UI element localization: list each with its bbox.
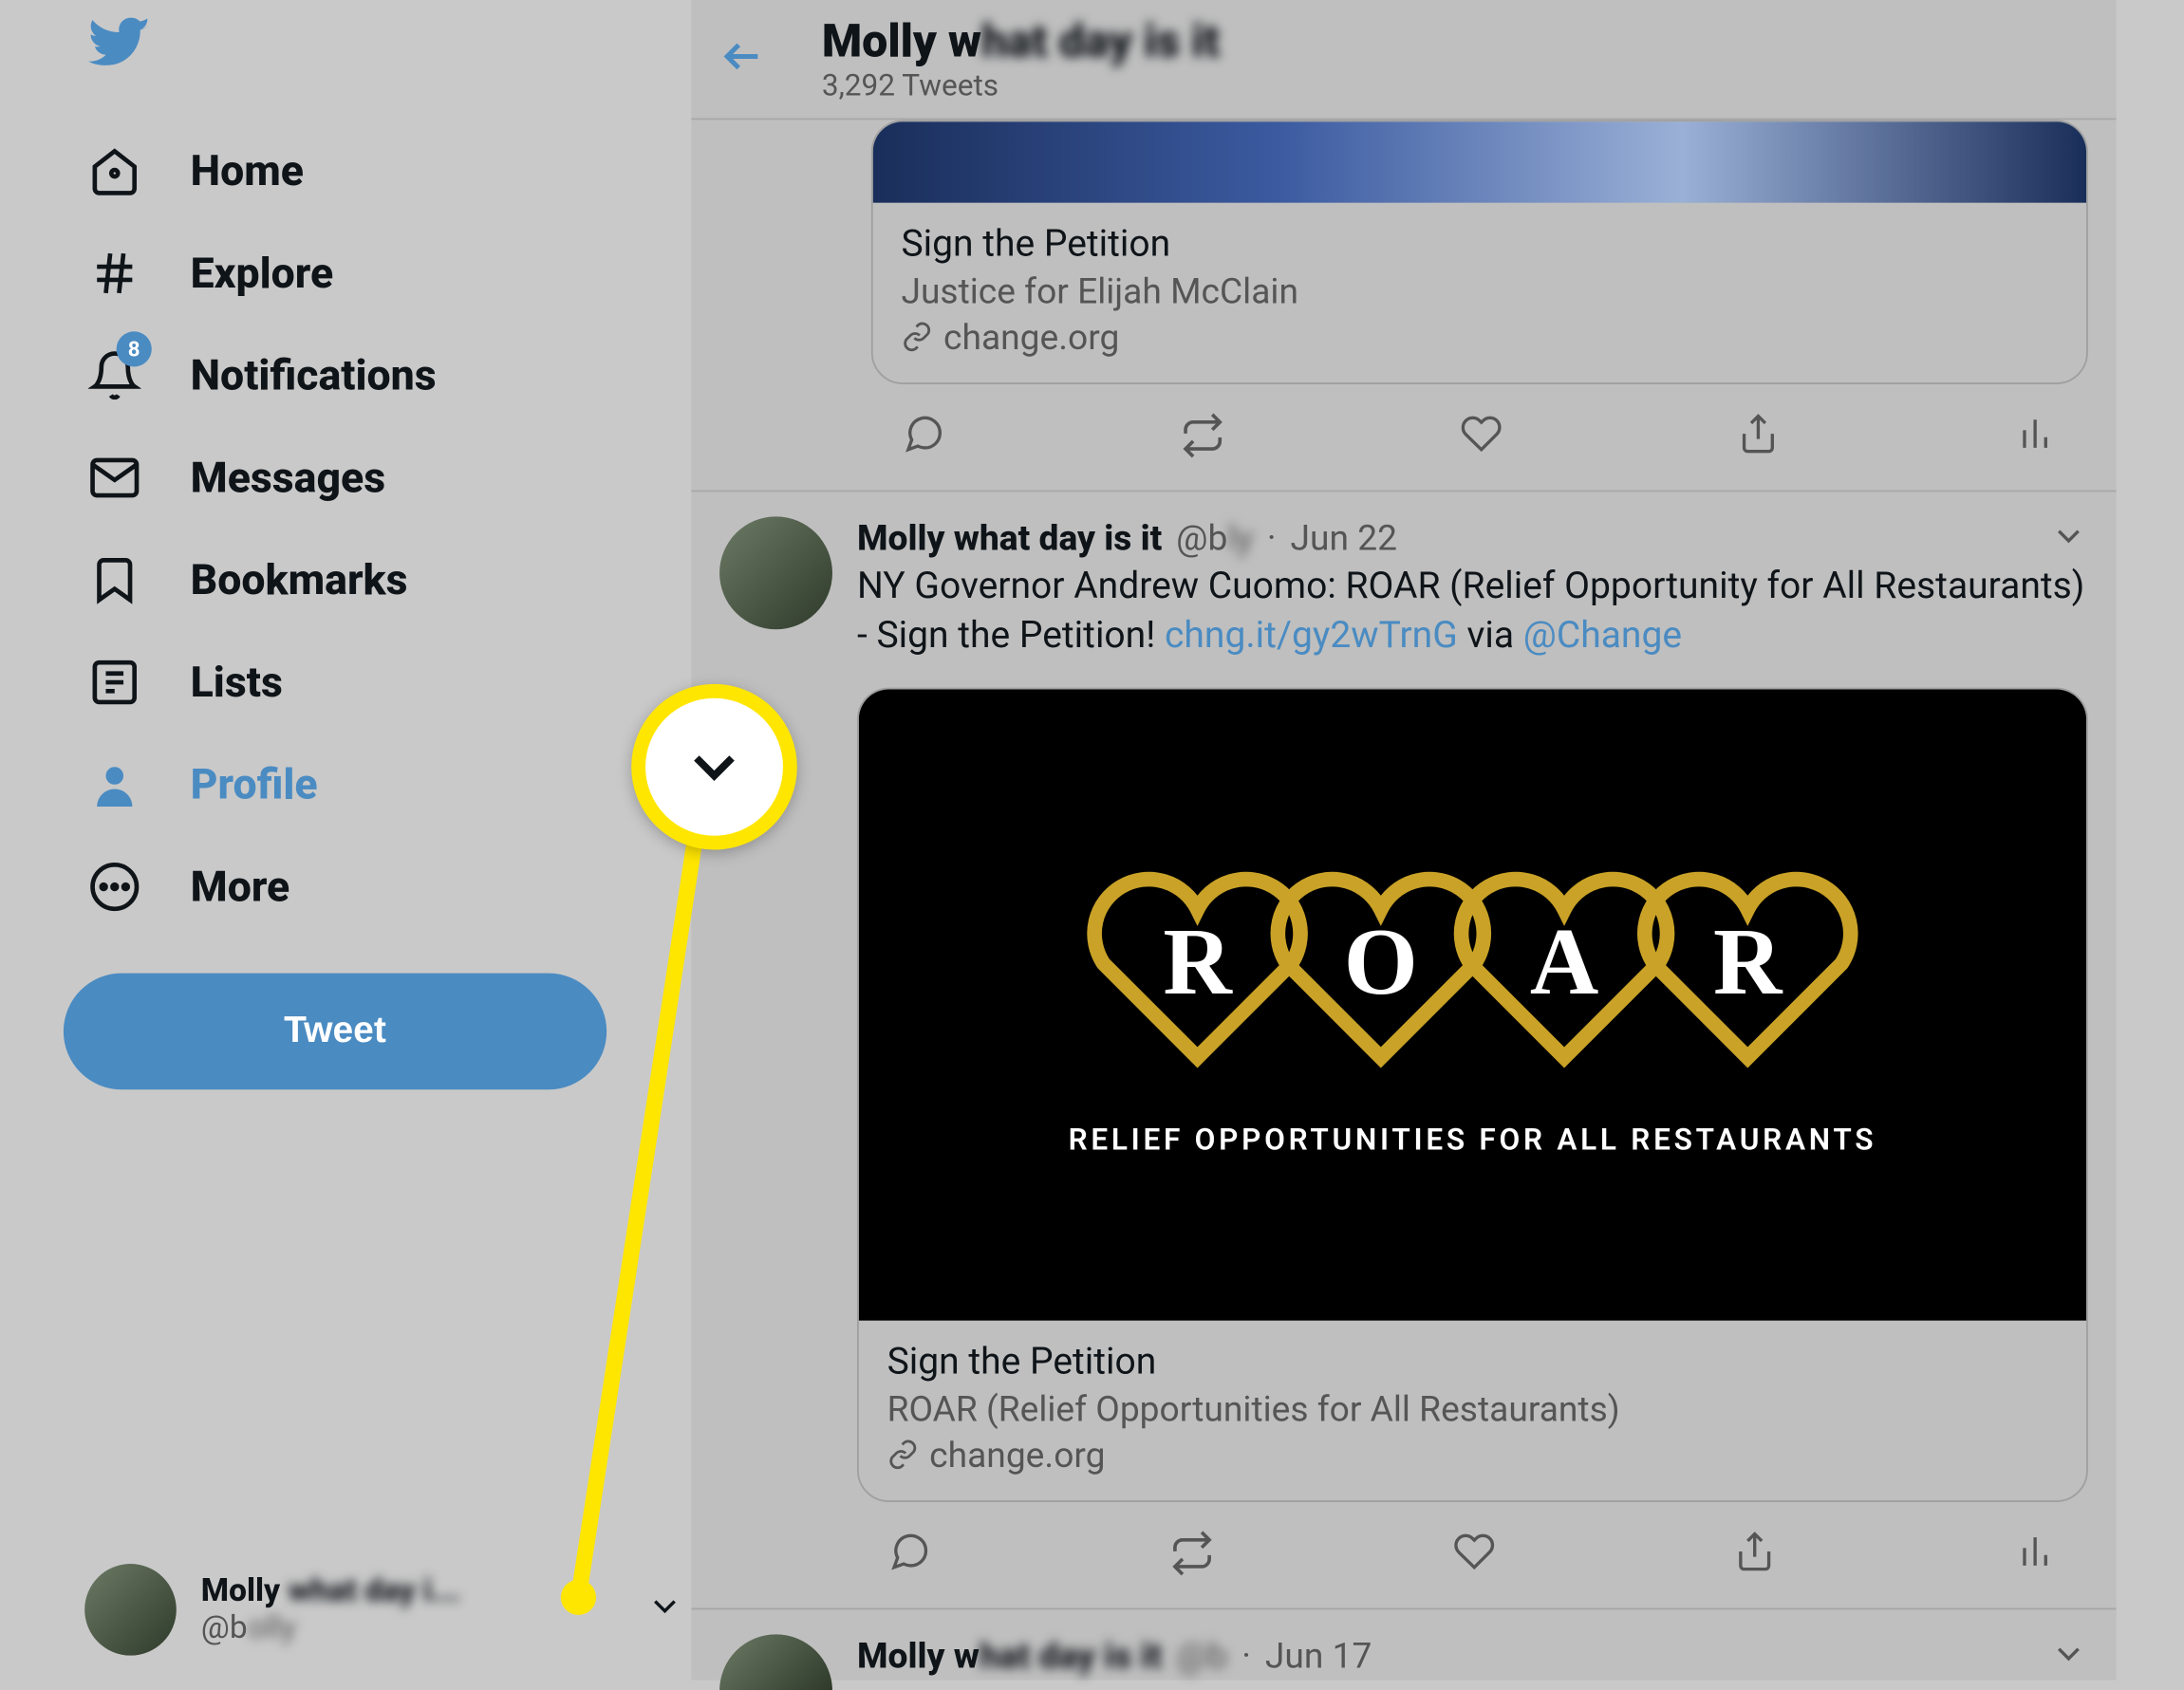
reply-button[interactable] bbox=[888, 1530, 931, 1583]
tweet-count: 3,292 Tweets bbox=[822, 68, 1220, 103]
sidebar: Home Explore 8 Notifications Messages Bo… bbox=[64, 0, 691, 1681]
card-domain: change.org bbox=[901, 316, 2058, 359]
tweet-mention[interactable]: @Change bbox=[1523, 616, 1682, 659]
chevron-down-icon bbox=[645, 1587, 684, 1632]
nav-bookmarks[interactable]: Bookmarks bbox=[64, 529, 691, 631]
tweet-more-button[interactable] bbox=[2049, 1634, 2088, 1680]
tweet-handle[interactable]: @bly bbox=[1176, 516, 1253, 559]
tweet[interactable]: Molly what day is it @bly · Jun 22 NY Go… bbox=[691, 491, 2116, 1607]
card-title: Sign the Petition bbox=[887, 1341, 2059, 1384]
nav-home[interactable]: Home bbox=[64, 120, 691, 222]
compose-tweet-button[interactable]: Tweet bbox=[64, 974, 607, 1090]
retweet-button[interactable] bbox=[1169, 1530, 1215, 1583]
profile-name: Molly what day is it bbox=[822, 15, 1220, 68]
analytics-button[interactable] bbox=[2014, 1530, 2057, 1583]
hash-icon bbox=[88, 247, 141, 300]
profile-header: Molly what day is it 3,292 Tweets bbox=[691, 0, 2116, 120]
nav-notifications[interactable]: 8 Notifications bbox=[64, 325, 691, 427]
more-icon bbox=[88, 861, 141, 914]
share-button[interactable] bbox=[1733, 1530, 1776, 1583]
annotation-callout bbox=[631, 684, 797, 850]
nav-label: Messages bbox=[191, 454, 385, 503]
card-image-tagline: RELIEF OPPORTUNITIES FOR ALL RESTAURANTS bbox=[1069, 1123, 1877, 1158]
nav-more[interactable]: More bbox=[64, 836, 691, 938]
tweet-date[interactable]: Jun 17 bbox=[1265, 1634, 1372, 1677]
timeline: Molly what day is it 3,292 Tweets Sign t… bbox=[691, 0, 2116, 1681]
twitter-logo-icon[interactable] bbox=[88, 18, 691, 88]
mail-icon bbox=[88, 452, 141, 505]
share-button[interactable] bbox=[1737, 413, 1780, 466]
tweet-link[interactable]: chng.it/gy2wTrnG bbox=[1165, 616, 1458, 659]
tweet-actions bbox=[871, 384, 2088, 490]
nav-label: Explore bbox=[191, 249, 334, 298]
chevron-down-icon bbox=[679, 732, 749, 802]
retweet-button[interactable] bbox=[1180, 413, 1225, 466]
nav-profile[interactable]: Profile bbox=[64, 734, 691, 836]
link-icon bbox=[901, 321, 932, 352]
tweet-text: NY Governor Andrew Cuomo: ROAR (Relief O… bbox=[857, 563, 2088, 662]
nav-messages[interactable]: Messages bbox=[64, 427, 691, 529]
card-image: R O A R RELIEF OPPORTUNITIES FOR ALL RES… bbox=[859, 689, 2086, 1320]
nav-explore[interactable]: Explore bbox=[64, 222, 691, 325]
nav-label: Lists bbox=[191, 658, 283, 707]
nav-label: More bbox=[191, 863, 290, 912]
nav-label: Home bbox=[191, 146, 304, 195]
nav-label: Notifications bbox=[191, 351, 437, 400]
reply-button[interactable] bbox=[903, 413, 945, 466]
tweet-author[interactable]: Molly what day is it bbox=[857, 1634, 1162, 1677]
account-handle: @bolly bbox=[201, 1609, 621, 1646]
tweet-date[interactable]: Jun 22 bbox=[1291, 516, 1397, 559]
link-card[interactable]: R O A R RELIEF OPPORTUNITIES FOR ALL RES… bbox=[857, 687, 2088, 1501]
link-icon bbox=[887, 1439, 919, 1470]
tweet-actions bbox=[857, 1501, 2088, 1606]
notification-badge: 8 bbox=[117, 331, 152, 366]
avatar bbox=[84, 1564, 177, 1656]
account-switcher[interactable]: Molly what day i... @bolly bbox=[84, 1564, 684, 1656]
card-title: Sign the Petition bbox=[901, 224, 2058, 267]
card-image bbox=[873, 121, 2086, 202]
analytics-button[interactable] bbox=[2014, 413, 2057, 466]
account-display-name: Molly what day i... bbox=[201, 1572, 621, 1609]
tweet-handle[interactable]: @b bbox=[1176, 1634, 1227, 1677]
card-domain: change.org bbox=[887, 1433, 2059, 1476]
back-button[interactable] bbox=[719, 32, 765, 85]
home-icon bbox=[88, 144, 141, 197]
card-subtitle: Justice for Elijah McClain bbox=[901, 269, 2058, 312]
like-button[interactable] bbox=[1453, 1530, 1496, 1583]
link-card[interactable]: Sign the Petition Justice for Elijah McC… bbox=[871, 120, 2088, 384]
bookmark-icon bbox=[88, 553, 141, 606]
card-subtitle: ROAR (Relief Opportunities for All Resta… bbox=[887, 1387, 2059, 1430]
nav-label: Profile bbox=[191, 760, 318, 809]
list-icon bbox=[88, 656, 141, 709]
tweet-more-button[interactable] bbox=[2049, 516, 2088, 562]
avatar[interactable] bbox=[719, 516, 832, 629]
profile-icon bbox=[88, 758, 141, 811]
avatar[interactable] bbox=[719, 1634, 832, 1690]
tweet-author[interactable]: Molly what day is it bbox=[857, 516, 1162, 559]
tweet[interactable]: Molly what day is it @b · Jun 17 bbox=[691, 1607, 2116, 1690]
nav-label: Bookmarks bbox=[191, 555, 408, 604]
nav-lists[interactable]: Lists bbox=[64, 631, 691, 734]
like-button[interactable] bbox=[1460, 413, 1503, 466]
